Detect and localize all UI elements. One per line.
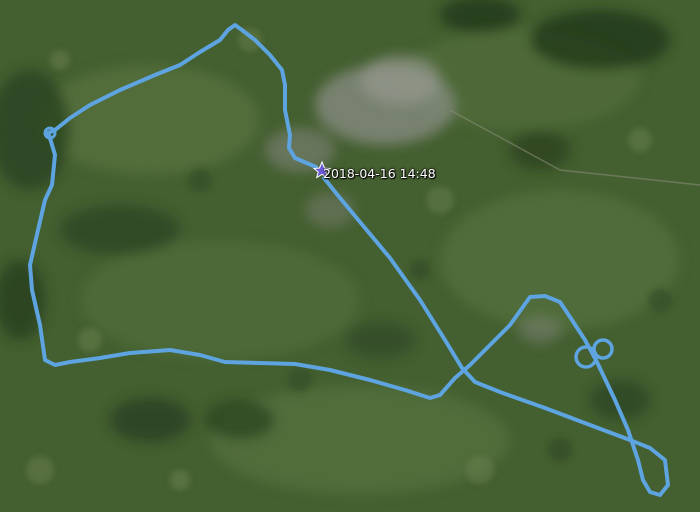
placemark-label: 2018-04-16 14:48 (323, 166, 436, 181)
flight-track-layer (28, 23, 670, 497)
satellite-map[interactable]: 2018-04-16 14:48 (0, 0, 700, 512)
flight-track-loop (592, 338, 614, 360)
flight-track-path[interactable] (28, 23, 670, 497)
